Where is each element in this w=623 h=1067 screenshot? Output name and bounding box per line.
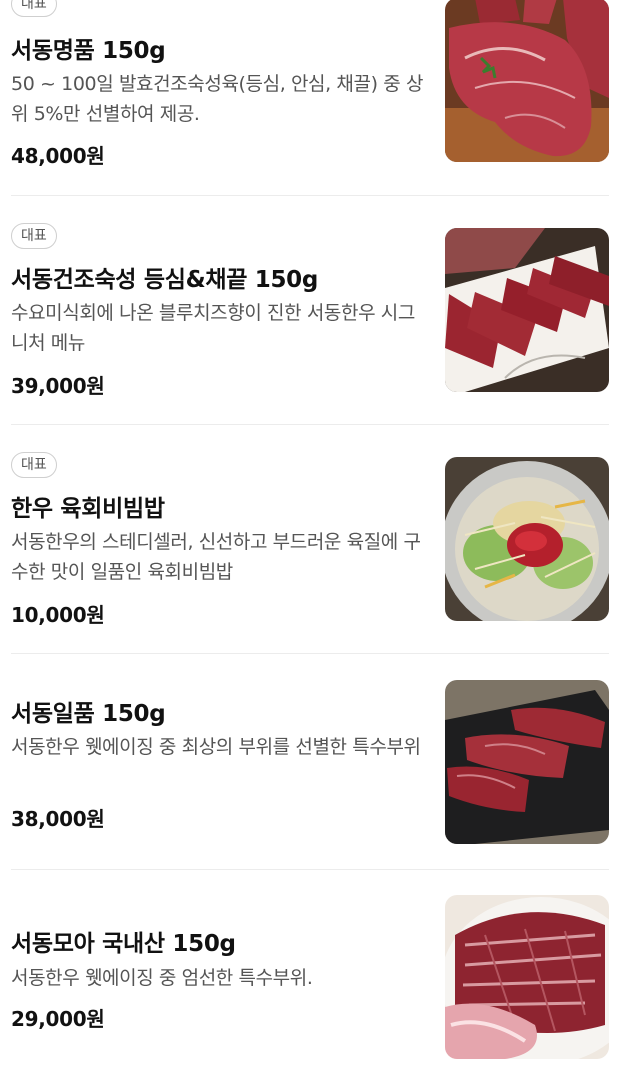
signature-badge: 대표 (11, 223, 57, 249)
signature-badge: 대표 (11, 452, 57, 478)
menu-item-price: 10,000원 (11, 603, 105, 627)
sliced-beef-plate-photo[interactable] (445, 228, 609, 392)
menu-item-name: 서동건조숙성 등심&채끝 150g (11, 267, 319, 293)
menu-item-name: 서동일품 150g (11, 701, 166, 727)
beef-on-slate-image (445, 680, 609, 844)
menu-item-name: 서동명품 150g (11, 38, 166, 64)
divider (11, 424, 609, 425)
menu-item-description: 50 ~ 100일 발효건조숙성육(등심, 안심, 채끌) 중 상위 5%만 선… (11, 73, 424, 125)
assorted-beef-platter-photo[interactable] (445, 895, 609, 1059)
signature-badge: 대표 (11, 0, 57, 17)
menu-item-price: 39,000원 (11, 374, 105, 398)
steak-photo[interactable] (445, 0, 609, 162)
steak-image (445, 0, 609, 162)
assorted-beef-image (445, 895, 609, 1059)
divider (11, 869, 609, 870)
menu-item-description: 서동한우의 스테디셀러, 신선하고 부드러운 육질에 구수한 맛이 일품인 육회… (11, 531, 421, 583)
menu-item-description: 서동한우 웻에이징 중 엄선한 특수부위. (11, 967, 313, 989)
menu-item-price: 38,000원 (11, 807, 105, 831)
menu-item-name: 서동모아 국내산 150g (11, 931, 236, 957)
divider (11, 195, 609, 196)
bibimbap-image (445, 457, 609, 621)
menu-item-description: 서동한우 웻에이징 중 최상의 부위를 선별한 특수부위 (11, 736, 421, 758)
menu-item-description: 수요미식회에 나온 블루치즈향이 진한 서동한우 시그니처 메뉴 (11, 302, 415, 354)
sliced-beef-image (445, 228, 609, 392)
divider (11, 653, 609, 654)
menu-item-price: 29,000원 (11, 1007, 105, 1031)
beef-on-slate-photo[interactable] (445, 680, 609, 844)
menu-item-price: 48,000원 (11, 144, 105, 168)
bibimbap-bowl-photo[interactable] (445, 457, 609, 621)
menu-item-name: 한우 육회비빔밥 (11, 496, 165, 522)
